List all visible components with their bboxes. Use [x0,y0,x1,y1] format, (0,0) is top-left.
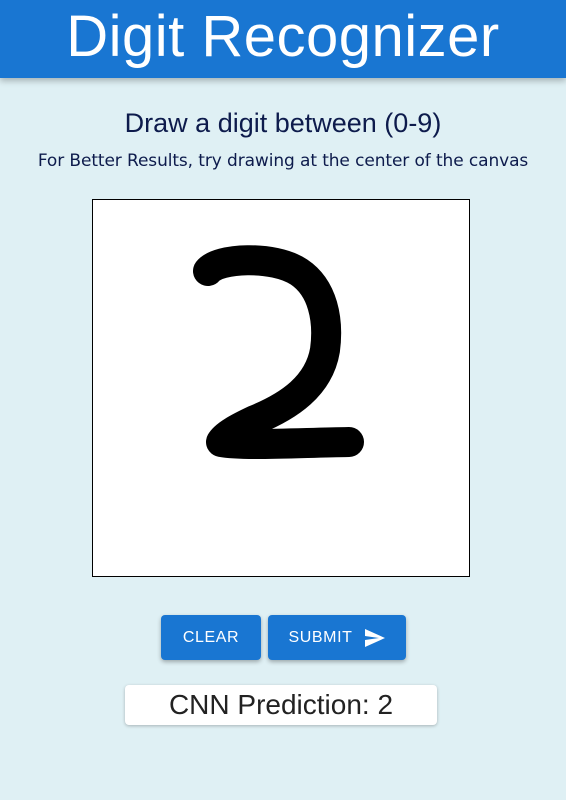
app-header: Digit Recognizer [0,0,566,78]
submit-button-label: SUBMIT [288,628,353,646]
submit-button[interactable]: SUBMIT [268,615,406,660]
send-icon [364,628,386,648]
instruction-subtitle: For Better Results, try drawing at the c… [37,151,529,171]
prediction-result: CNN Prediction: 2 [125,685,437,725]
clear-button[interactable]: CLEAR [161,615,261,660]
prediction-text: CNN Prediction: 2 [168,689,394,720]
app-title: Digit Recognizer [66,4,500,69]
clear-button-label: CLEAR [182,628,240,646]
drawing-canvas[interactable] [92,199,470,577]
instruction-title: Draw a digit between (0-9) [124,108,442,138]
drawn-digit-stroke [193,245,364,460]
